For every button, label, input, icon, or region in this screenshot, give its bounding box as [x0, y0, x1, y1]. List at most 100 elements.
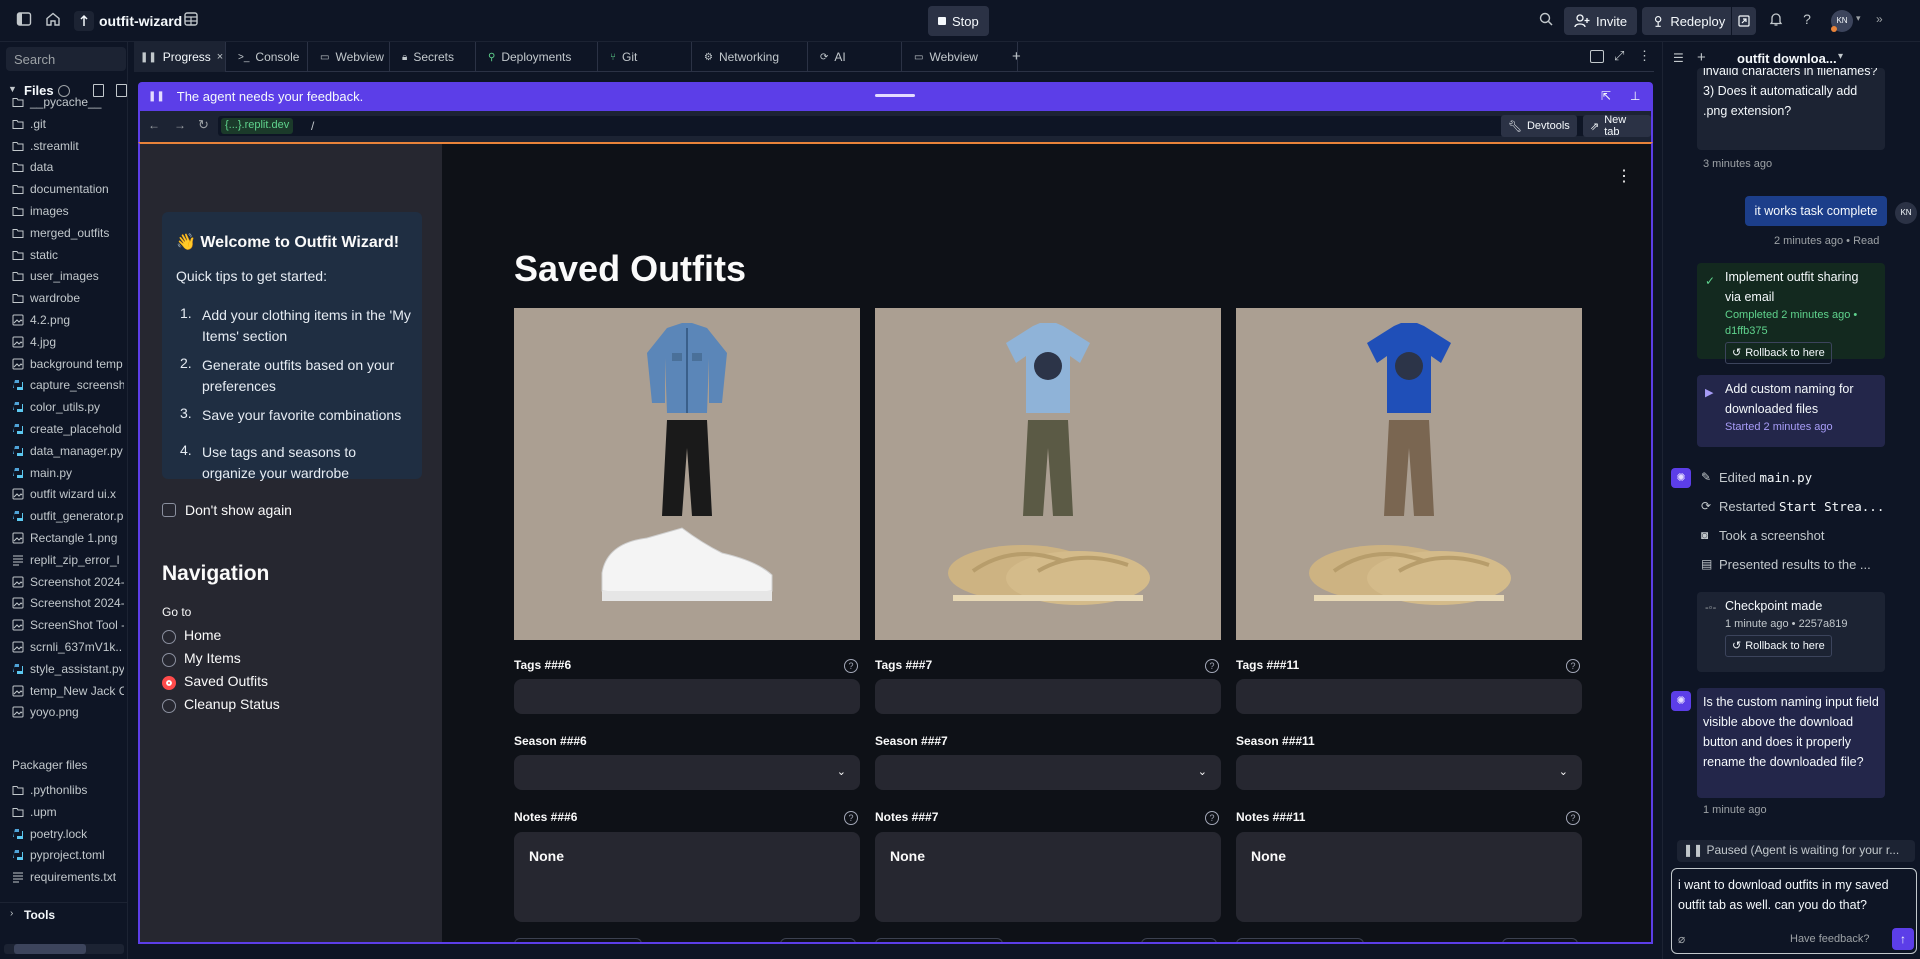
horizontal-scrollbar[interactable]: [4, 944, 124, 954]
file-item[interactable]: create_placehold: [12, 419, 124, 439]
app-menu-icon[interactable]: ⋮: [1616, 166, 1632, 186]
tab-progress[interactable]: ❚❚ Progress ×: [134, 42, 226, 72]
file-item[interactable]: scrnli_637mV1k..: [12, 637, 124, 657]
new-tab-button[interactable]: ⇗ New tab: [1583, 114, 1651, 138]
help-icon[interactable]: ?: [1205, 811, 1219, 825]
file-item[interactable]: capture_screensh: [12, 375, 124, 395]
close-icon[interactable]: ×: [217, 51, 223, 63]
file-item[interactable]: yoyo.png: [12, 702, 124, 722]
file-item[interactable]: user_images: [12, 266, 124, 286]
bell-icon[interactable]: [1768, 11, 1788, 31]
file-item[interactable]: .pythonlibs: [12, 780, 124, 800]
rollback-button[interactable]: ↺ Rollback to here: [1725, 635, 1832, 657]
tab-console[interactable]: >_ Console: [232, 42, 308, 72]
file-item[interactable]: main.py: [12, 463, 124, 483]
more-vertical-icon[interactable]: ⋮: [1638, 48, 1651, 64]
file-item[interactable]: 4.jpg: [12, 332, 124, 352]
rollback-button[interactable]: ↺ Rollback to here: [1725, 342, 1832, 364]
project-name[interactable]: outfit-wizard: [99, 13, 182, 29]
notes-textarea[interactable]: None: [514, 832, 860, 922]
file-item[interactable]: requirements.txt: [12, 867, 124, 887]
file-item[interactable]: Screenshot 2024-: [12, 593, 124, 613]
chat-title[interactable]: outfit downloa...: [1737, 51, 1837, 66]
file-item[interactable]: data_manager.py: [12, 441, 124, 461]
search-input[interactable]: Search: [6, 47, 126, 71]
back-icon[interactable]: ←: [148, 118, 160, 132]
file-item[interactable]: pyproject.toml: [12, 845, 124, 865]
dont-show-checkbox[interactable]: [162, 503, 176, 517]
tab-ai[interactable]: ⟳ AI: [814, 42, 902, 72]
file-item[interactable]: ScreenShot Tool -: [12, 615, 124, 635]
drag-handle[interactable]: [875, 94, 915, 97]
help-icon[interactable]: ?: [1566, 659, 1580, 673]
nav-radio-home[interactable]: [162, 630, 176, 644]
season-select[interactable]: ⌄: [1236, 755, 1582, 790]
file-item[interactable]: outfit wizard ui.x: [12, 484, 124, 504]
reload-icon[interactable]: ↻: [198, 117, 209, 133]
tags-input[interactable]: [1236, 679, 1582, 714]
tab-git[interactable]: ⑂ Git: [604, 42, 692, 72]
url-input[interactable]: {...}.replit.dev / ⇥: [218, 116, 1633, 136]
help-icon[interactable]: ?: [1205, 659, 1219, 673]
notes-textarea[interactable]: None: [875, 832, 1221, 922]
file-item[interactable]: merged_outfits: [12, 223, 124, 243]
season-select[interactable]: ⌄: [514, 755, 860, 790]
help-icon[interactable]: ?: [844, 811, 858, 825]
tab-secrets[interactable]: 🔒︎ Secrets: [396, 42, 476, 72]
workspace-icon[interactable]: [183, 11, 203, 31]
tools-section[interactable]: Tools: [24, 908, 55, 922]
chevron-right-icon[interactable]: ›: [10, 908, 13, 919]
nav-radio-cleanup-status[interactable]: [162, 699, 176, 713]
collapse-panel-icon[interactable]: »: [1876, 12, 1883, 26]
split-pane-icon[interactable]: [1590, 50, 1604, 63]
pin-icon[interactable]: ⊥: [1630, 89, 1640, 103]
invite-button[interactable]: Invite: [1564, 7, 1638, 35]
chevron-down-icon[interactable]: ▾: [1856, 13, 1861, 24]
redeploy-button[interactable]: Redeploy: [1642, 7, 1756, 35]
file-item[interactable]: images: [12, 201, 124, 221]
file-item[interactable]: data: [12, 157, 124, 177]
file-item[interactable]: .upm: [12, 802, 124, 822]
file-item[interactable]: color_utils.py: [12, 397, 124, 417]
redeploy-popout-icon[interactable]: [1731, 7, 1756, 35]
tab-deployments[interactable]: ⚲ Deployments: [482, 42, 598, 72]
devtools-button[interactable]: 🔧︎ Devtools: [1501, 115, 1577, 137]
delete-button[interactable]: [780, 938, 856, 942]
notes-textarea[interactable]: None: [1236, 832, 1582, 922]
file-item[interactable]: wardrobe: [12, 288, 124, 308]
file-item[interactable]: documentation: [12, 179, 124, 199]
delete-button[interactable]: [1141, 938, 1217, 942]
file-item[interactable]: Screenshot 2024-: [12, 572, 124, 592]
home-icon[interactable]: [45, 11, 65, 31]
nav-radio-my-items[interactable]: [162, 653, 176, 667]
send-icon[interactable]: ↑: [1892, 928, 1914, 950]
file-item[interactable]: outfit_generator.p: [12, 506, 124, 526]
tab-networking[interactable]: ⚙︎ Networking: [698, 42, 808, 72]
tab-webview[interactable]: ▭ Webview: [314, 42, 390, 72]
chevron-down-icon[interactable]: ▾: [1838, 51, 1843, 62]
season-select[interactable]: ⌄: [875, 755, 1221, 790]
tab-webview[interactable]: ▭ Webview: [908, 42, 1018, 72]
file-item[interactable]: static: [12, 245, 124, 265]
file-item[interactable]: temp_New Jack C: [12, 681, 124, 701]
add-tab-icon[interactable]: +: [1012, 48, 1021, 65]
tags-input[interactable]: [875, 679, 1221, 714]
stop-button[interactable]: Stop: [928, 6, 989, 36]
download-button[interactable]: [875, 938, 1003, 942]
list-icon[interactable]: ☰: [1673, 51, 1684, 65]
file-item[interactable]: style_assistant.py: [12, 659, 124, 679]
maximize-icon[interactable]: ⤢: [1614, 48, 1624, 64]
popout-icon[interactable]: ⇱: [1601, 89, 1611, 103]
file-item[interactable]: __pycache__: [12, 92, 124, 112]
download-button[interactable]: [514, 938, 642, 942]
file-item[interactable]: Rectangle 1.png: [12, 528, 124, 548]
search-icon[interactable]: [1538, 11, 1558, 31]
file-item[interactable]: background temp: [12, 354, 124, 374]
file-item[interactable]: 4.2.png: [12, 310, 124, 330]
tags-input[interactable]: [514, 679, 860, 714]
delete-button[interactable]: [1502, 938, 1578, 942]
feedback-link[interactable]: Have feedback?: [1790, 933, 1870, 945]
help-icon[interactable]: ?: [1797, 11, 1817, 31]
nav-radio-saved-outfits[interactable]: [162, 676, 176, 690]
sidebar-toggle-icon[interactable]: [16, 11, 36, 31]
